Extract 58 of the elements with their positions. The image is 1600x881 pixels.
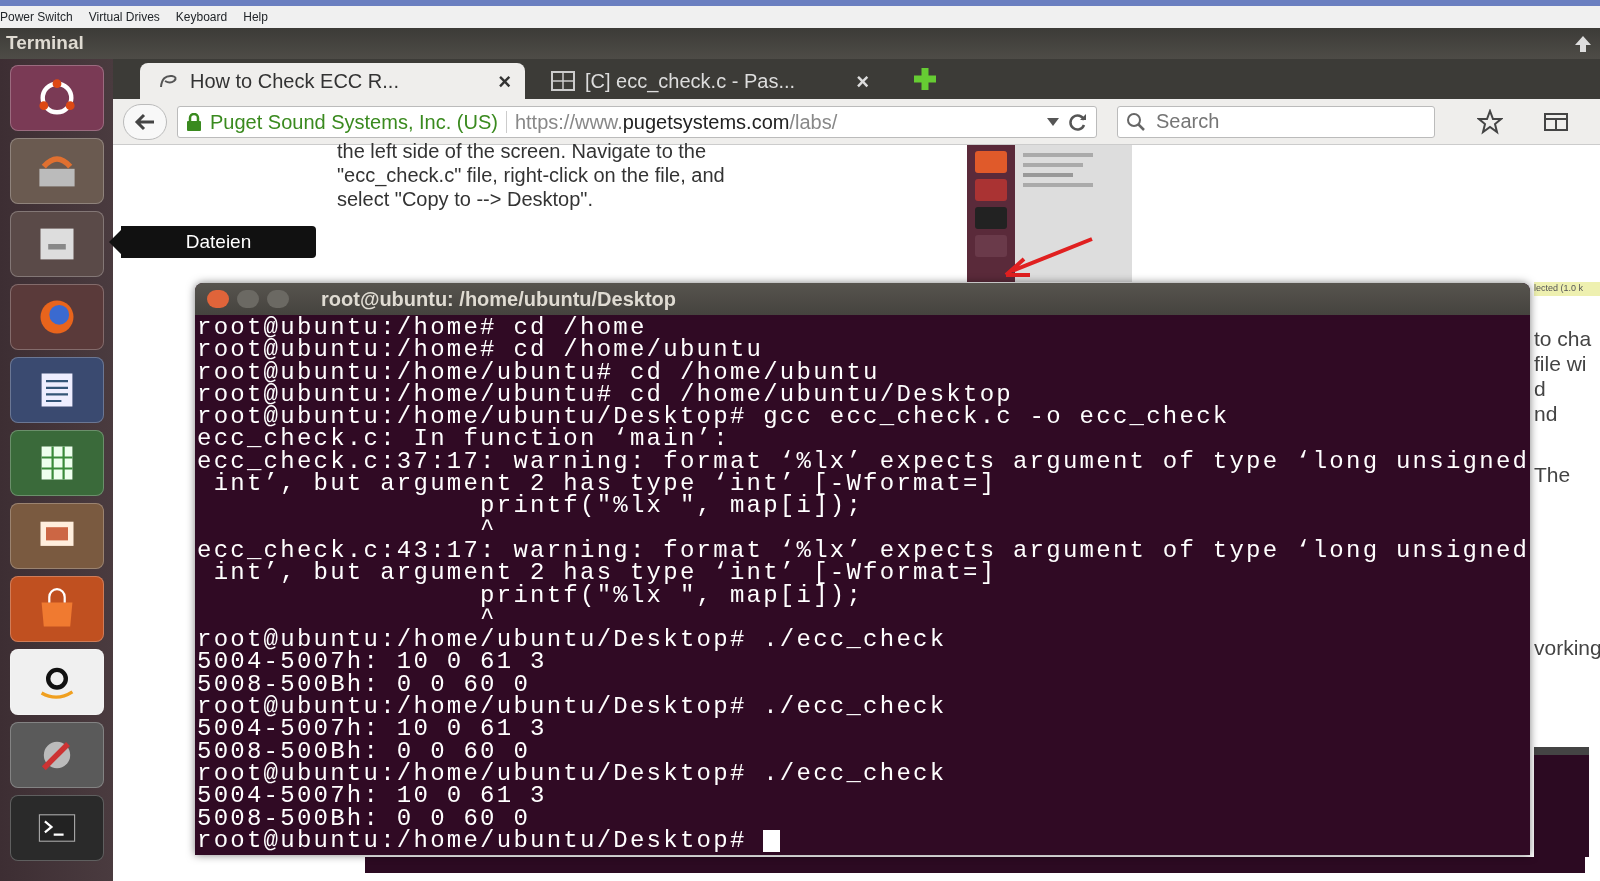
- terminal-line: 5004-5007h: 10 0 61 3: [197, 785, 547, 808]
- status-label: lected (1.0 k: [1534, 282, 1600, 296]
- terminal-icon[interactable]: [9, 795, 104, 861]
- terminal-line: root@ubuntu:/home/ubuntu/Desktop# ./ecc_check: [197, 629, 947, 652]
- terminal-line: ^: [480, 517, 497, 540]
- back-button[interactable]: [123, 103, 167, 140]
- text-fragment: d: [1534, 375, 1546, 401]
- star-icon[interactable]: [1477, 108, 1503, 135]
- terminal-line: 5004-5007h: 10 0 61 3: [197, 718, 547, 741]
- terminal-line: root@ubuntu:/home/ubuntu# cd /home/ubuntu: [197, 361, 880, 384]
- spreadsheet-icon[interactable]: [9, 430, 104, 496]
- terminal-title: root@ubuntu: /home/ubuntu/Desktop: [321, 287, 676, 312]
- file-cabinet-icon[interactable]: [9, 211, 104, 277]
- dropdown-icon[interactable]: [1046, 116, 1060, 127]
- grid-icon: [551, 71, 575, 91]
- ubuntu-logo-icon[interactable]: [9, 65, 104, 131]
- text-fragment: The: [1534, 461, 1571, 487]
- reader-icon[interactable]: [1543, 110, 1569, 133]
- search-field[interactable]: Search: [1117, 105, 1435, 138]
- pointer-arrow-icon: [1002, 237, 1094, 279]
- presentation-icon[interactable]: [9, 503, 104, 569]
- text-fragment: vorking: [1534, 634, 1600, 660]
- new-tab-icon[interactable]: [911, 65, 939, 93]
- installer-icon[interactable]: [9, 138, 104, 204]
- url-text: https://www.pugetsystems.com/labs/: [514, 109, 838, 135]
- instruction-paragraph: the left side of the screen. Navigate to the "ecc_check.c" file, right-click on the file, and select "Copy to --> Desktop".: [337, 139, 725, 211]
- browser-icon[interactable]: [9, 284, 104, 350]
- back-arrow-icon: [134, 111, 156, 132]
- text-fragment: to cha: [1534, 325, 1592, 351]
- terminal-line: root@ubuntu:/home/ubuntu/Desktop# ./ecc_check: [197, 696, 947, 719]
- terminal-line: root@ubuntu:/home/ubuntu/Desktop# gcc ecc_check.c -o ecc_check: [197, 406, 1230, 429]
- text-fragment: nd: [1534, 400, 1558, 426]
- text-fragment: file wi: [1534, 350, 1587, 376]
- browser-tab[interactable]: [C] ecc_check.c - Pas... ×: [533, 63, 883, 99]
- terminal-line: root@ubuntu:/home/ubuntu/Desktop# ./ecc_check: [197, 762, 947, 786]
- terminal-line: 5004-5007h: 10 0 61 3: [197, 651, 547, 674]
- terminal-line: printf("%lx ", map[i]);: [480, 584, 864, 607]
- address-bar[interactable]: Puget Sound Systems, Inc. (US) https://www.pugetsystems.com/labs/: [177, 105, 1097, 138]
- close-button[interactable]: [207, 290, 229, 308]
- terminal-line: 5008-500Bh: 0 0 60 0: [197, 740, 531, 763]
- terminal-line: ecc_check.c: In function ‘main’:: [197, 428, 730, 451]
- document-icon[interactable]: [9, 357, 104, 423]
- close-tab-button[interactable]: ×: [498, 64, 511, 98]
- window-title: Terminal: [6, 31, 84, 56]
- tooltip: Dateien: [109, 226, 316, 258]
- menu-item[interactable]: Power Switch: [0, 8, 73, 26]
- terminal-line: 5008-500Bh: 0 0 60 0: [197, 807, 531, 830]
- menu-item[interactable]: Virtual Drives: [88, 8, 160, 26]
- menu-item[interactable]: Keyboard: [175, 8, 228, 26]
- lock-icon: [186, 112, 202, 131]
- terminal-line: root@ubuntu:/home/ubuntu/Desktop#: [197, 829, 748, 853]
- site-identity[interactable]: Puget Sound Systems, Inc. (US): [210, 106, 498, 137]
- reload-icon[interactable]: [1068, 111, 1088, 132]
- close-tab-button[interactable]: ×: [856, 64, 869, 98]
- browser-tab[interactable]: How to Check ECC R... ×: [140, 63, 525, 99]
- menu-item[interactable]: Help: [243, 8, 268, 26]
- terminal-line: printf("%lx ", map[i]);: [480, 495, 864, 518]
- terminal-line: int’, but argument 2 has type ‘int’ [-Wformat=]: [212, 562, 997, 585]
